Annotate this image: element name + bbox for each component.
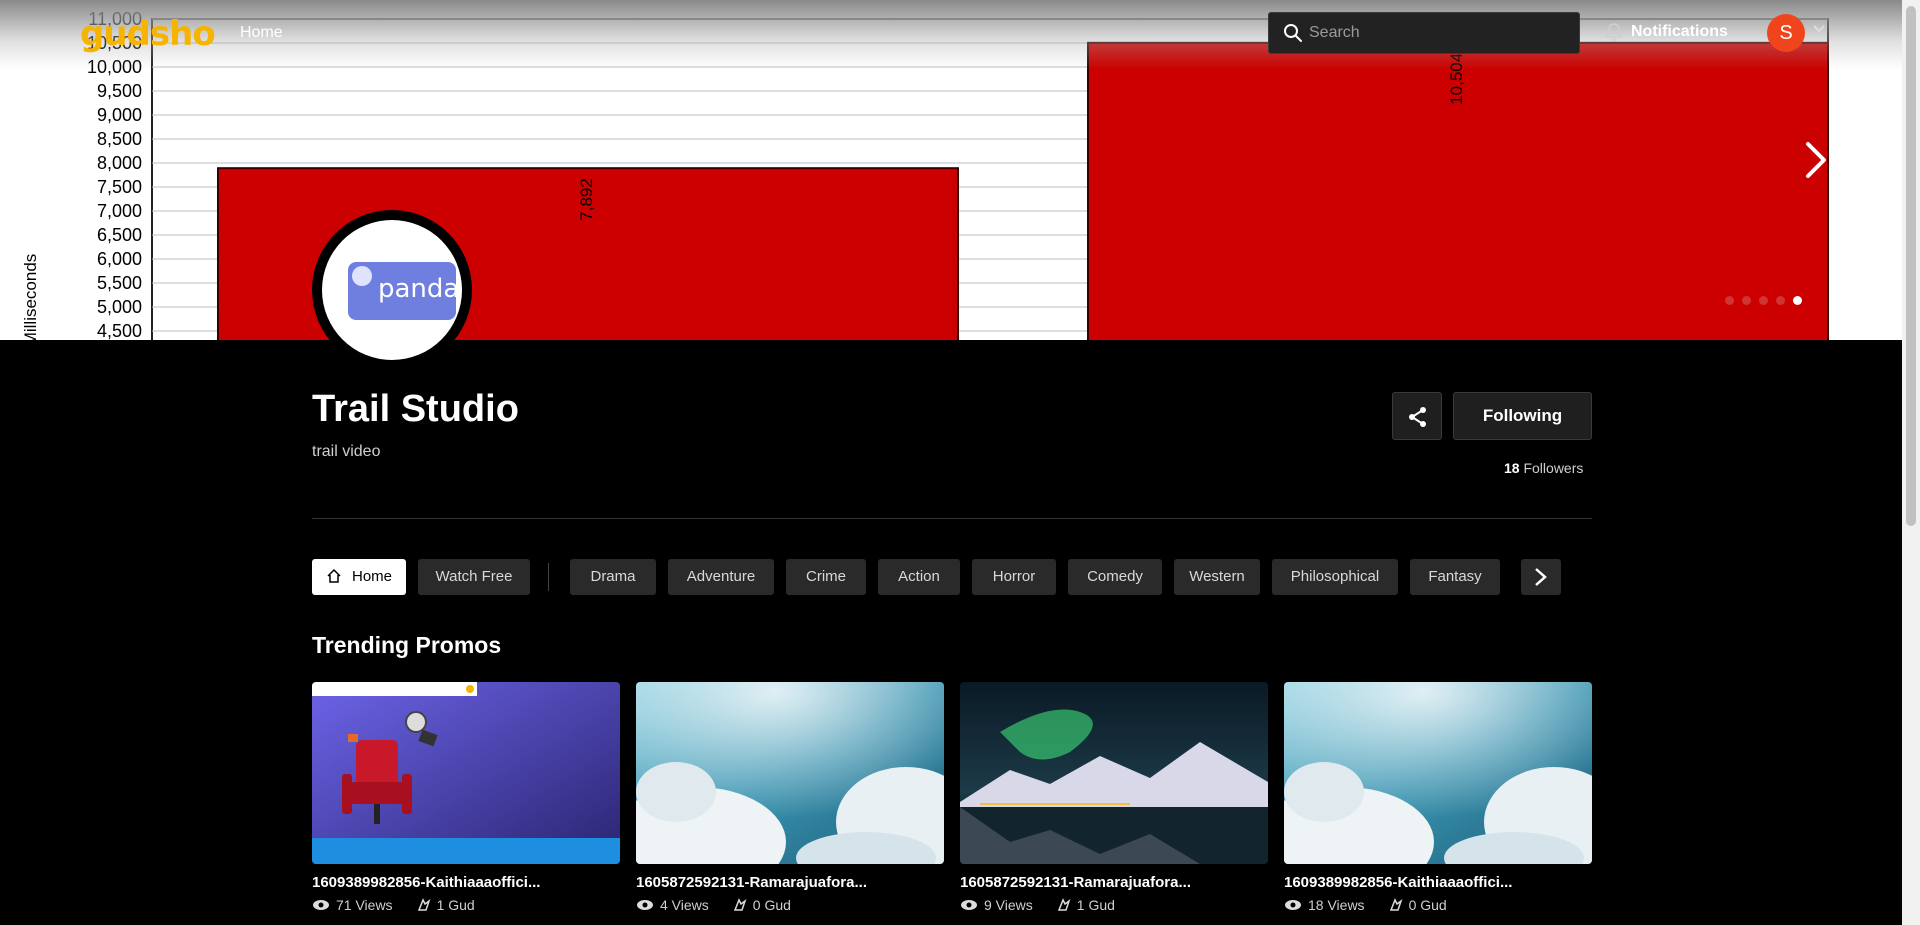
- tabs-next-button[interactable]: [1521, 559, 1561, 595]
- scrollbar[interactable]: [1902, 0, 1920, 925]
- nav-home-link[interactable]: Home: [240, 24, 283, 42]
- bell-icon: [1605, 23, 1623, 41]
- channel-subtitle: trail video: [312, 443, 381, 460]
- chart-y-tick-label: 4,500: [97, 321, 142, 340]
- promo-meta: 9 Views 1 Gud: [960, 897, 1268, 913]
- channel-banner: 7,89210,504 11,00010,50010,0009,5009,000…: [0, 0, 1902, 340]
- chart-y-tick-label: 9,000: [97, 105, 142, 125]
- promo-views: 18 Views: [1308, 897, 1365, 913]
- tab-genre-western[interactable]: Western: [1174, 559, 1260, 595]
- chart-y-tick-label: 9,500: [97, 81, 142, 101]
- gud-icon: [733, 898, 747, 911]
- carousel-dot[interactable]: [1742, 296, 1751, 305]
- carousel-dot[interactable]: [1725, 296, 1734, 305]
- chart-y-tick-label: 5,000: [97, 297, 142, 317]
- panda-logo-text: panda: [378, 274, 460, 304]
- panda-logo-mark: [352, 266, 372, 286]
- chevron-down-icon[interactable]: [1812, 24, 1826, 34]
- eye-icon: [1285, 900, 1301, 910]
- chart-y-tick-label: 6,000: [97, 249, 142, 269]
- promo-meta: 4 Views 0 Gud: [636, 897, 944, 913]
- user-avatar[interactable]: S: [1767, 14, 1805, 52]
- home-icon: [327, 568, 341, 583]
- eye-icon: [313, 900, 329, 910]
- promo-meta: 71 Views 1 Gud: [312, 897, 620, 913]
- gud-icon: [417, 898, 431, 911]
- promo-card[interactable]: 1609389982856-Kaithiaaaoffici... 18 Views…: [1284, 682, 1592, 913]
- promo-views: 9 Views: [984, 897, 1033, 913]
- scrollbar-thumb[interactable]: [1906, 6, 1916, 526]
- chart-y-tick-label: 8,500: [97, 129, 142, 149]
- tab-genre-horror[interactable]: Horror: [972, 559, 1056, 595]
- tab-separator: [548, 563, 549, 591]
- carousel-dots[interactable]: [1725, 296, 1802, 305]
- promo-thumbnail[interactable]: [1284, 682, 1592, 864]
- promo-title[interactable]: 1609389982856-Kaithiaaaoffici...: [1284, 874, 1592, 891]
- followers-label: Followers: [1523, 460, 1584, 476]
- carousel-dot[interactable]: [1759, 296, 1768, 305]
- tab-genre-drama[interactable]: Drama: [570, 559, 656, 595]
- tab-watch-free[interactable]: Watch Free: [418, 559, 530, 595]
- tab-genre-philosophical[interactable]: Philosophical: [1272, 559, 1398, 595]
- promo-views: 4 Views: [660, 897, 709, 913]
- eye-icon: [637, 900, 653, 910]
- gud-icon: [1389, 898, 1403, 911]
- search-placeholder: Search: [1309, 24, 1360, 41]
- tab-genre-comedy[interactable]: Comedy: [1068, 559, 1162, 595]
- notifications-button[interactable]: Notifications: [1605, 22, 1728, 42]
- tab-genre-fantasy[interactable]: Fantasy: [1410, 559, 1500, 595]
- followers-number: 18: [1504, 460, 1520, 476]
- chart-y-tick-label: 5,500: [97, 273, 142, 293]
- following-button[interactable]: Following: [1453, 392, 1592, 440]
- tab-genre-action[interactable]: Action: [878, 559, 960, 595]
- promo-meta: 18 Views 0 Gud: [1284, 897, 1592, 913]
- followers-count: 18 Followers: [1504, 460, 1583, 476]
- promo-thumbnail[interactable]: [960, 682, 1268, 864]
- search-input[interactable]: Search: [1268, 12, 1580, 54]
- promo-thumbnail[interactable]: [636, 682, 944, 864]
- carousel-dot[interactable]: [1793, 296, 1802, 305]
- notifications-label: Notifications: [1631, 23, 1728, 40]
- chart-bar-label: 7,892: [577, 178, 596, 221]
- eye-icon: [961, 900, 977, 910]
- promo-guds: 1 Gud: [436, 897, 475, 913]
- promo-guds: 1 Gud: [1076, 897, 1115, 913]
- tab-genre-crime[interactable]: Crime: [786, 559, 866, 595]
- chart-y-tick-label: 7,500: [97, 177, 142, 197]
- share-button[interactable]: [1392, 392, 1442, 440]
- panda-logo: panda: [348, 262, 460, 320]
- promo-thumbnail[interactable]: [312, 682, 620, 864]
- channel-title: Trail Studio: [312, 388, 519, 430]
- share-icon: [1409, 407, 1426, 427]
- trending-title: Trending Promos: [312, 632, 502, 658]
- gud-icon: [1057, 898, 1071, 911]
- carousel-dot[interactable]: [1776, 296, 1785, 305]
- promo-card[interactable]: 1609389982856-Kaithiaaaoffici... 71 Views…: [312, 682, 620, 913]
- chevron-right-icon: [1535, 568, 1547, 586]
- tab-home[interactable]: Home: [312, 559, 406, 595]
- chart-y-axis-label: Milliseconds: [21, 254, 40, 340]
- promo-title[interactable]: 1605872592131-Ramarajuafora...: [960, 874, 1268, 891]
- channel-avatar: panda: [312, 210, 472, 370]
- promo-card[interactable]: 1605872592131-Ramarajuafora... 9 Views 1 G…: [960, 682, 1268, 913]
- chart-y-tick-label: 7,000: [97, 201, 142, 221]
- promo-guds: 0 Gud: [1408, 897, 1447, 913]
- chart-y-tick-label: 8,000: [97, 153, 142, 173]
- tab-home-label: Home: [352, 568, 393, 585]
- promo-title[interactable]: 1605872592131-Ramarajuafora...: [636, 874, 944, 891]
- promo-card[interactable]: 1605872592131-Ramarajuafora... 4 Views 0 G…: [636, 682, 944, 913]
- carousel-next-icon[interactable]: [1802, 140, 1830, 180]
- page: 7,89210,504 11,00010,50010,0009,5009,000…: [0, 0, 1902, 925]
- promo-guds: 0 Gud: [752, 897, 791, 913]
- promo-title[interactable]: 1609389982856-Kaithiaaaoffici...: [312, 874, 620, 891]
- tab-genre-adventure[interactable]: Adventure: [668, 559, 774, 595]
- chart-y-tick-label: 6,500: [97, 225, 142, 245]
- gudsho-logo[interactable]: gudsho: [80, 14, 216, 54]
- search-icon: [1284, 24, 1302, 42]
- divider: [312, 518, 1592, 519]
- promo-views: 71 Views: [336, 897, 393, 913]
